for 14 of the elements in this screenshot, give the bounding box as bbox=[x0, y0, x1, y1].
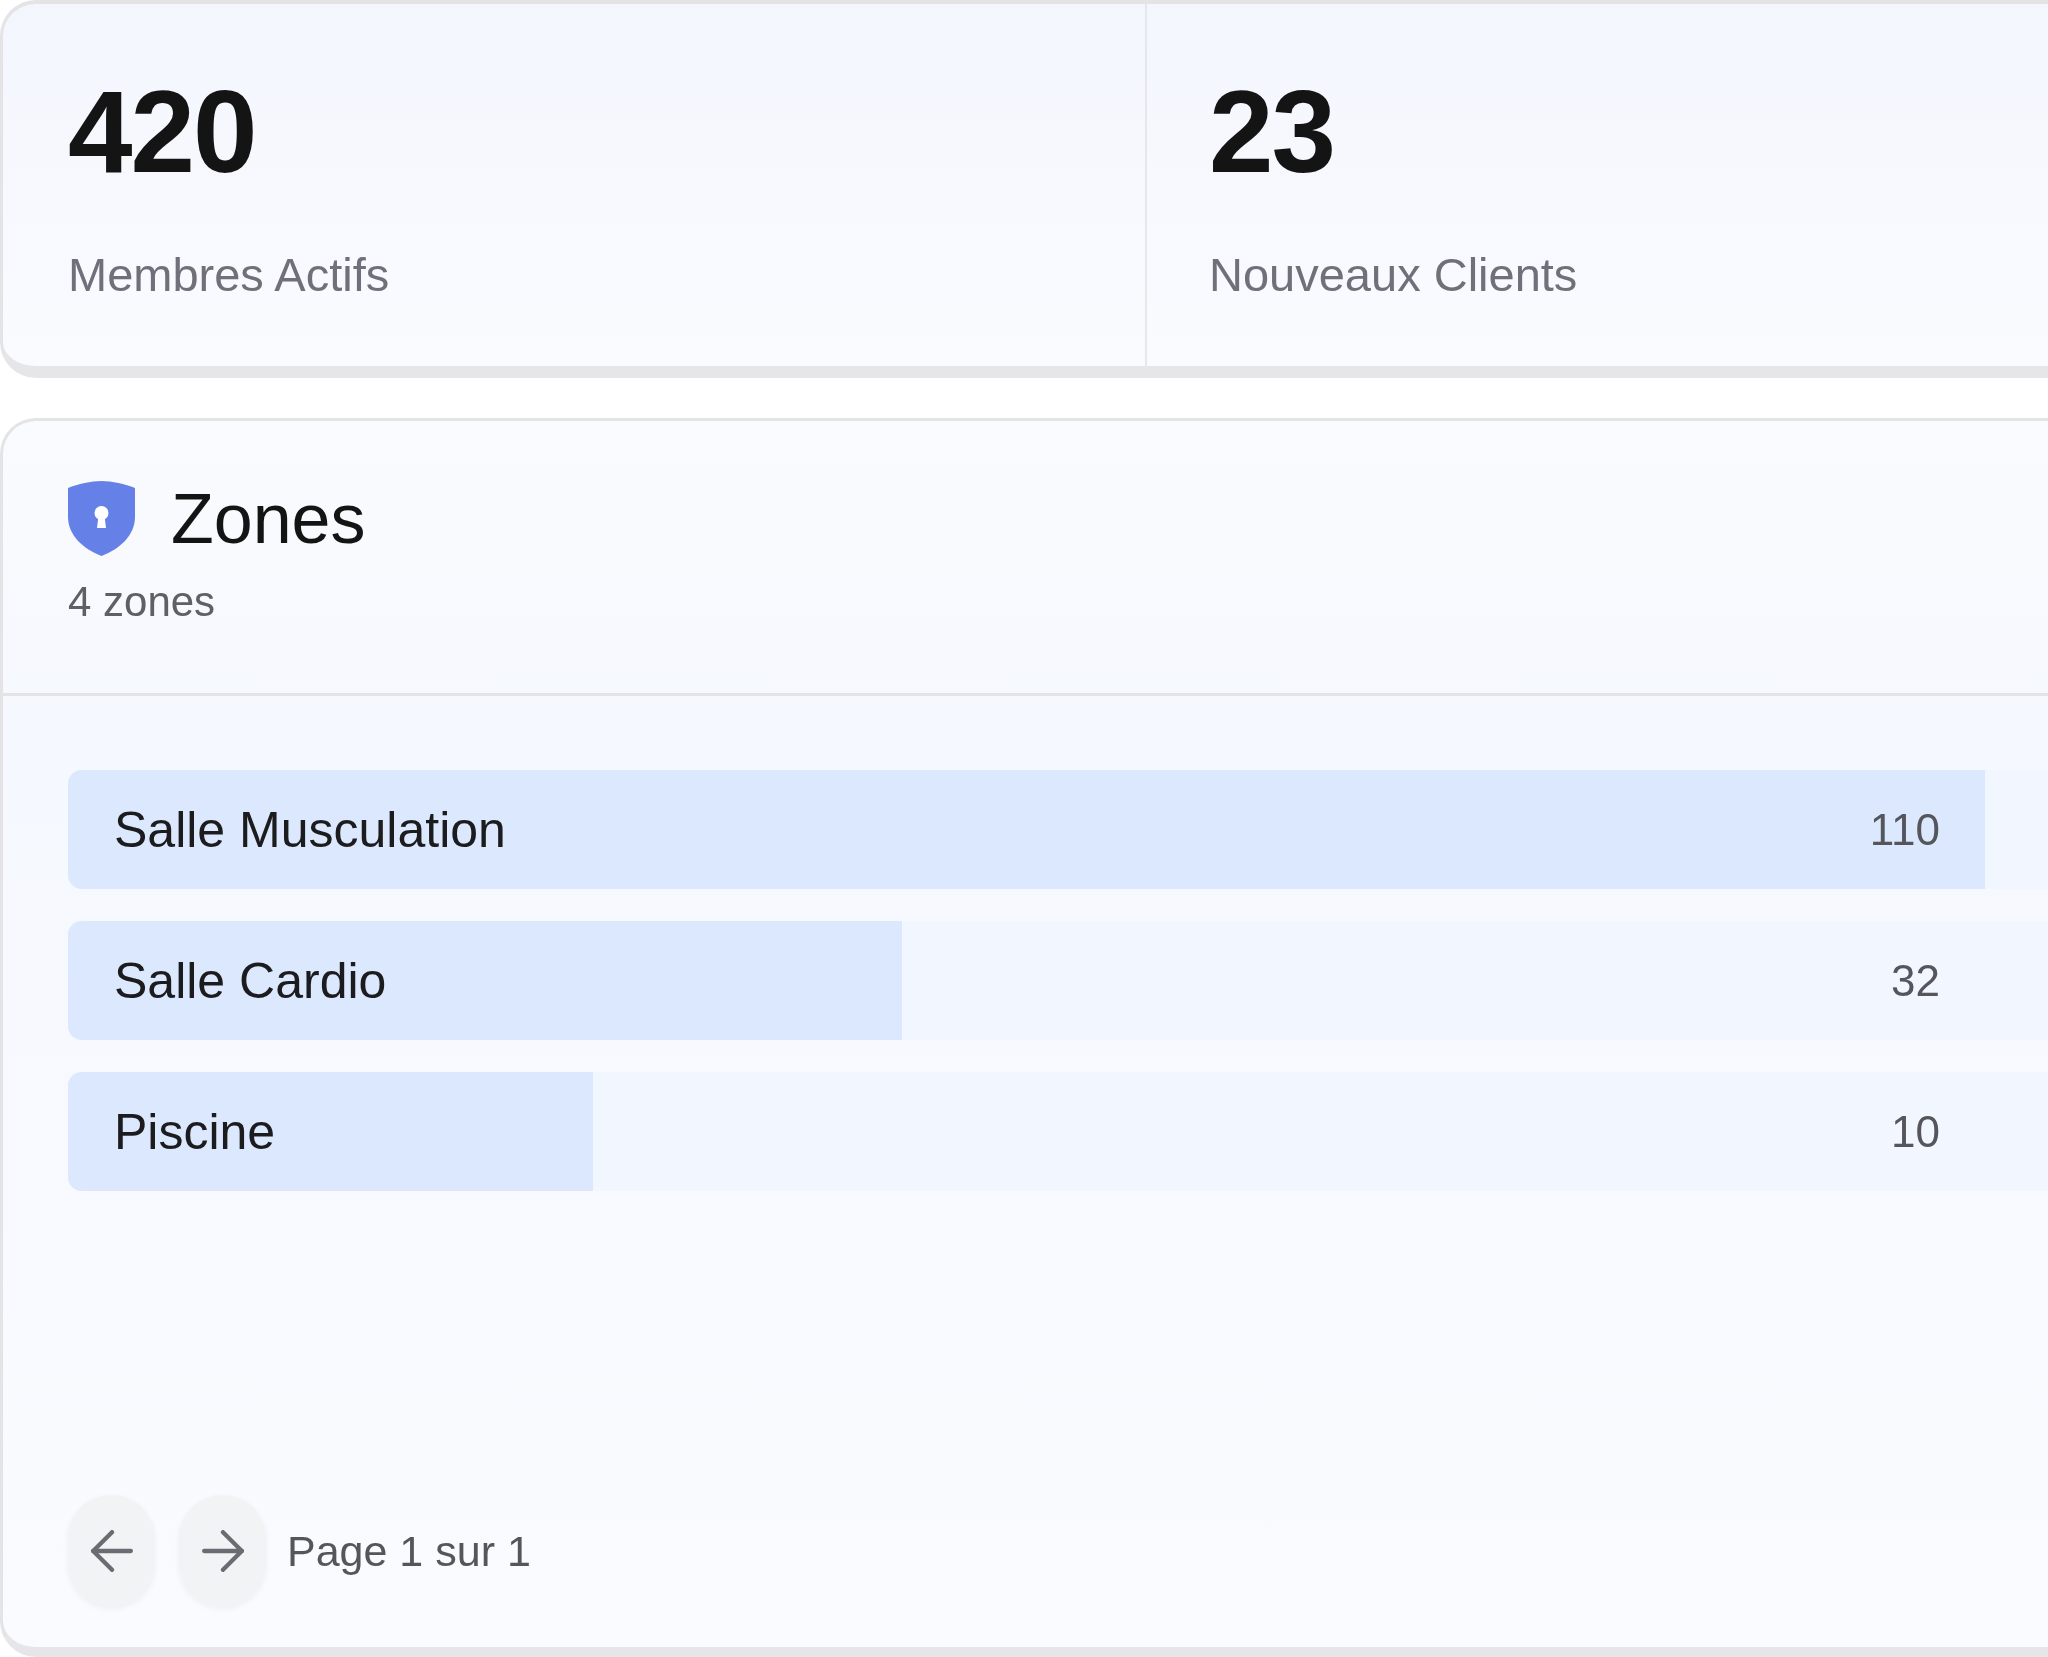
stat-value: 23 bbox=[1209, 74, 1335, 190]
zone-count: 110 bbox=[1869, 807, 1940, 852]
zone-name: Piscine bbox=[114, 1106, 276, 1157]
zone-name: Salle Cardio bbox=[114, 955, 387, 1006]
zone-name: Salle Musculation bbox=[114, 804, 506, 855]
stat-label: Membres Actifs bbox=[68, 251, 390, 298]
panel-subtitle: 4 zones bbox=[68, 581, 216, 623]
page-indicator: Page 1 sur 1 bbox=[287, 1529, 531, 1573]
panel-title: Zones bbox=[171, 483, 366, 554]
zone-count: 10 bbox=[1891, 1109, 1940, 1154]
stat-label: Nouveaux Clients bbox=[1209, 251, 1578, 298]
stat-value: 420 bbox=[68, 74, 256, 190]
shield-keyhole-icon bbox=[68, 481, 135, 556]
zone-count: 32 bbox=[1891, 958, 1940, 1003]
